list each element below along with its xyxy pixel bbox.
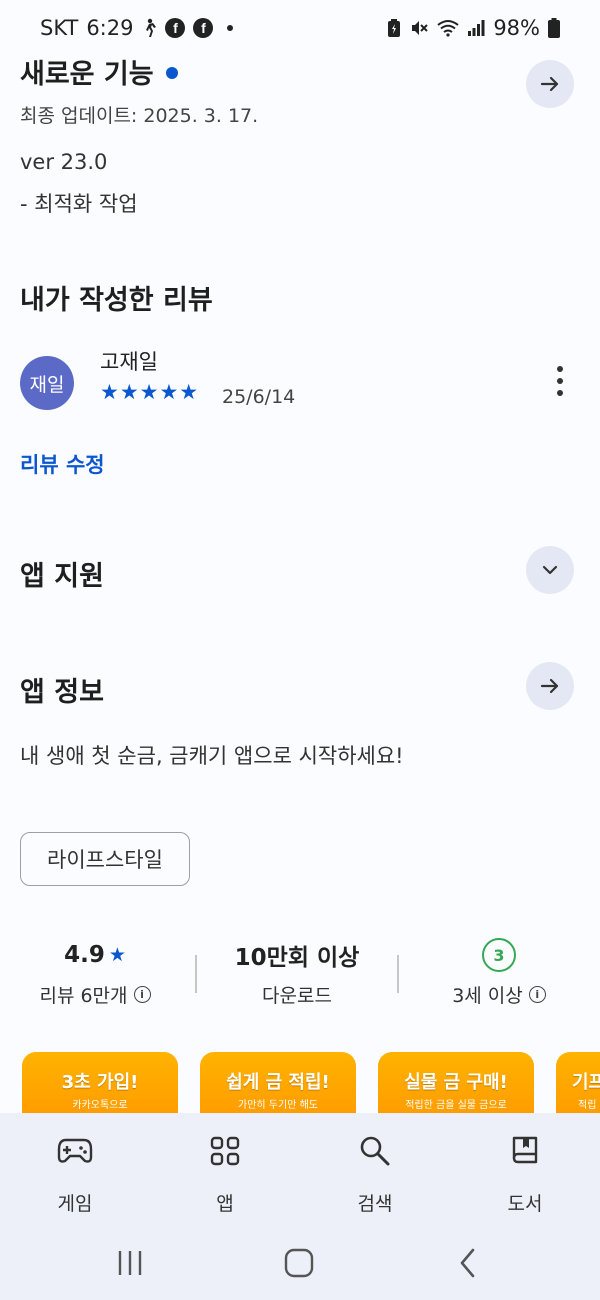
- age-rating-badge: 3: [482, 938, 516, 972]
- notification-dot-icon: [227, 25, 234, 31]
- screenshot-card[interactable]: 기프 적립: [556, 1052, 600, 1114]
- nav-item-games[interactable]: 게임: [15, 1131, 135, 1216]
- battery-percent: 98%: [493, 16, 540, 40]
- whats-new-title: 새로운 기능: [20, 52, 580, 91]
- downloads-stat: 10만회 이상 다운로드: [202, 935, 392, 1008]
- battery-icon: [548, 18, 560, 38]
- age-rating-label: 3세 이상: [452, 985, 523, 1007]
- edit-review-link[interactable]: 리뷰 수정: [20, 449, 580, 479]
- system-nav-bar: [0, 1230, 600, 1296]
- gamepad-icon: [15, 1131, 135, 1171]
- apps-grid-icon: [165, 1131, 285, 1171]
- screenshot-subtitle: 가만히 두기만 해도: [238, 1100, 318, 1111]
- version-text: ver 23.0: [20, 150, 108, 174]
- last-updated: 최종 업데이트: 2025. 3. 17.: [20, 105, 259, 127]
- mute-icon: [409, 18, 429, 38]
- category-chip[interactable]: 라이프스타일: [20, 832, 190, 886]
- app-support-expand-button[interactable]: [526, 546, 574, 594]
- whats-new-title-text: 새로운 기능: [20, 59, 154, 90]
- app-info-title: 앱 정보: [20, 677, 104, 708]
- screenshot-title: 기프: [572, 1072, 600, 1093]
- screenshot-card[interactable]: 실물 금 구매! 적립한 금을 실물 금으로: [378, 1052, 534, 1114]
- downloads-label: 다운로드: [262, 985, 332, 1007]
- nav-label: 앱: [216, 1193, 234, 1215]
- nav-label: 검색: [357, 1193, 393, 1215]
- signal-icon: [467, 19, 485, 37]
- screenshot-card[interactable]: 3초 가입! 카카오톡으로: [22, 1052, 178, 1114]
- app-info-arrow-button[interactable]: [526, 662, 574, 710]
- screenshot-title: 3초 가입!: [61, 1072, 139, 1093]
- rating-stat[interactable]: 4.9 ★ 리뷰 6만개 i: [0, 935, 190, 1008]
- nav-item-apps[interactable]: 앱: [165, 1131, 285, 1216]
- review-stars: ★★★★★: [100, 380, 200, 404]
- whats-new-arrow-button[interactable]: [526, 60, 574, 108]
- rating-value: 4.9: [64, 942, 105, 968]
- status-bar: SKT 6:29 f f 98%: [0, 0, 600, 56]
- arrow-right-icon: [540, 76, 559, 92]
- wifi-icon: [437, 19, 459, 37]
- age-rating-stat[interactable]: 3 3세 이상 i: [404, 935, 594, 1008]
- screenshot-carousel[interactable]: 3초 가입! 카카오톡으로 쉽게 금 적립! 가만히 두기만 해도 실물 금 구…: [22, 1052, 600, 1114]
- carrier-label: SKT: [40, 16, 79, 40]
- clock: 6:29: [86, 16, 134, 40]
- screenshot-title: 쉽게 금 적립!: [226, 1072, 330, 1093]
- chevron-down-icon: [542, 565, 558, 575]
- screenshot-subtitle: 적립한 금을 실물 금으로: [405, 1100, 507, 1111]
- screenshot-subtitle: 카카오톡으로: [72, 1100, 128, 1111]
- screenshot-title: 실물 금 구매!: [404, 1072, 508, 1093]
- recents-icon[interactable]: [116, 1250, 144, 1280]
- battery-saver-icon: [387, 18, 401, 38]
- whats-new-section: 새로운 기능 최종 업데이트: 2025. 3. 17.: [20, 52, 580, 128]
- more-vert-icon: [557, 366, 563, 396]
- review-author: 고재일: [100, 350, 158, 374]
- facebook-icon: f: [165, 18, 186, 38]
- review-count: 리뷰 6만개: [39, 985, 128, 1007]
- nav-label: 도서: [507, 1193, 543, 1215]
- screenshot-subtitle: 적립: [578, 1100, 597, 1111]
- nav-item-search[interactable]: 검색: [315, 1131, 435, 1216]
- nav-label: 게임: [57, 1193, 93, 1215]
- star-icon: ★: [108, 944, 126, 966]
- app-support-title: 앱 지원: [20, 561, 104, 592]
- nav-item-books[interactable]: 도서: [465, 1131, 585, 1216]
- stat-divider: [397, 955, 399, 993]
- info-icon: i: [133, 986, 151, 1003]
- info-icon: i: [528, 986, 546, 1003]
- review-more-button[interactable]: [548, 366, 572, 400]
- search-icon: [315, 1131, 435, 1171]
- release-note: - 최적화 작업: [20, 192, 138, 216]
- new-indicator-dot-icon: [165, 66, 178, 79]
- back-icon[interactable]: [458, 1248, 478, 1282]
- book-icon: [465, 1131, 585, 1171]
- arrow-right-icon: [540, 678, 559, 694]
- walking-icon: [141, 18, 157, 38]
- home-icon[interactable]: [284, 1248, 314, 1282]
- downloads-value: 10만회 이상: [234, 945, 360, 971]
- review-date: 25/6/14: [222, 386, 296, 408]
- avatar: 재일: [20, 356, 74, 410]
- app-stats: 4.9 ★ 리뷰 6만개 i 10만회 이상 다운로드 3 3세 이상 i: [0, 935, 600, 1015]
- screenshot-card[interactable]: 쉽게 금 적립! 가만히 두기만 해도: [200, 1052, 356, 1114]
- stat-divider: [195, 955, 197, 993]
- my-review-title: 내가 작성한 리뷰: [20, 285, 213, 316]
- app-description: 내 생애 첫 순금, 금캐기 앱으로 시작하세요!: [20, 744, 404, 768]
- facebook-icon: f: [193, 18, 214, 38]
